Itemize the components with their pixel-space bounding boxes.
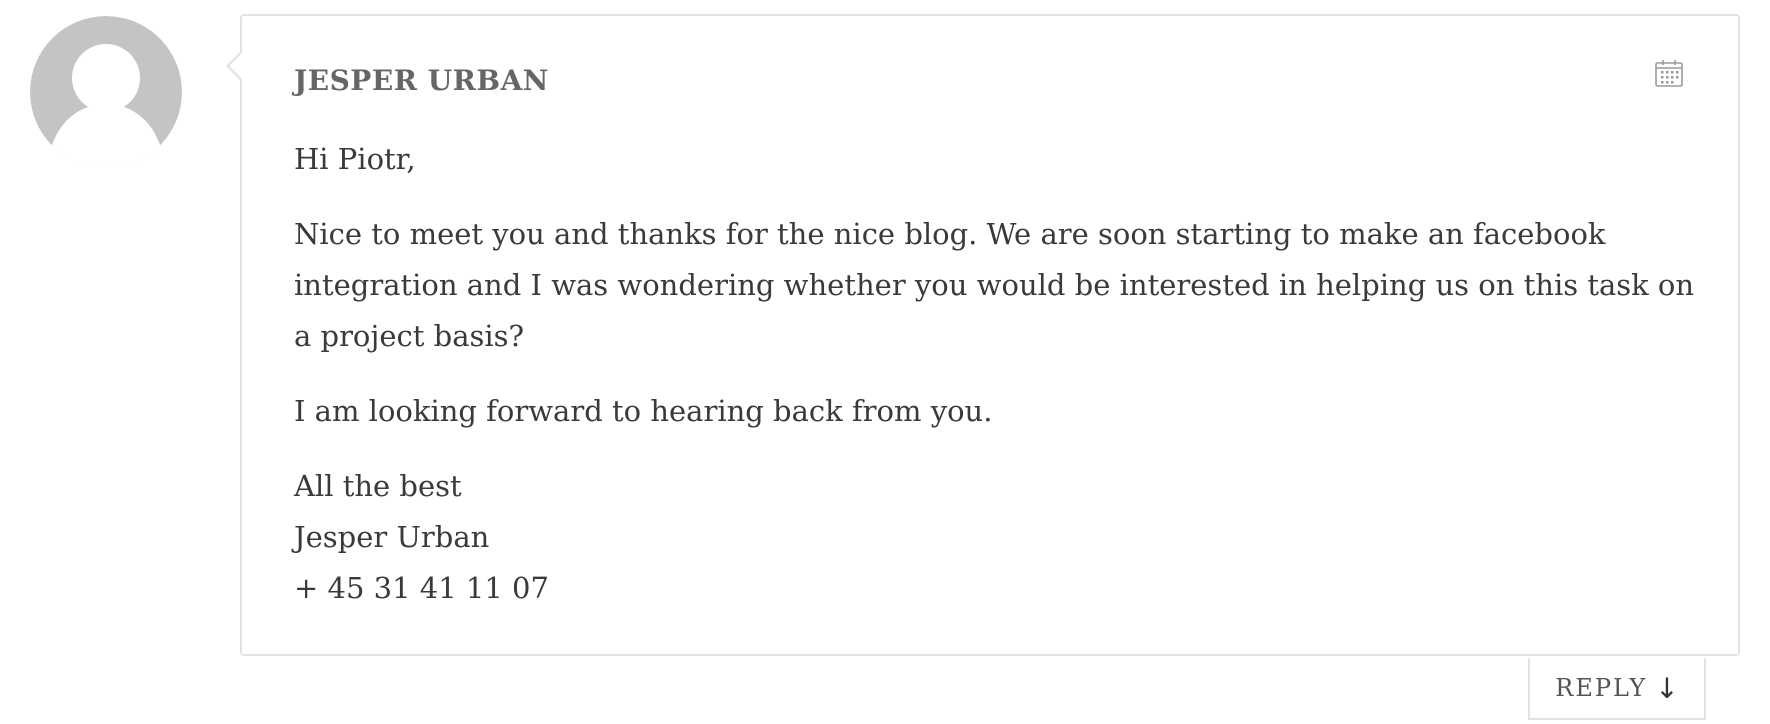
comment-signature: All the best Jesper Urban + 45 31 41 11 …: [294, 461, 1714, 614]
default-user-avatar-icon: [30, 16, 182, 168]
avatar: [30, 16, 182, 168]
comment-paragraph: I am looking forward to hearing back fro…: [294, 394, 993, 428]
signature-closing: All the best: [294, 469, 462, 503]
comment-greeting: Hi Piotr,: [294, 142, 416, 176]
reply-button[interactable]: REPLY ↓: [1528, 658, 1706, 720]
reply-label: REPLY: [1555, 674, 1648, 702]
signature-name: Jesper Urban: [294, 520, 490, 554]
comment-card: JESPER URBAN Hi Piotr, Nice to meet you …: [226, 14, 1740, 656]
calendar-icon[interactable]: [1654, 58, 1684, 88]
signature-phone: + 45 31 41 11 07: [294, 571, 549, 605]
comment-paragraph: Nice to meet you and thanks for the nice…: [294, 217, 1695, 353]
arrow-down-icon: ↓: [1655, 671, 1679, 705]
comment-author: JESPER URBAN: [294, 64, 549, 97]
comment-body: Hi Piotr, Nice to meet you and thanks fo…: [294, 134, 1714, 638]
